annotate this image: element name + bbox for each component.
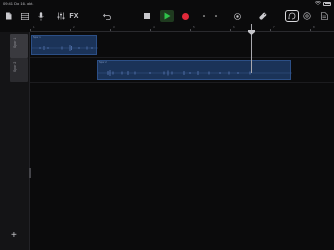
microphone-icon	[38, 11, 44, 21]
undo-button[interactable]	[102, 10, 112, 22]
wrench-icon	[259, 12, 267, 20]
document-icon	[5, 12, 12, 20]
audio-region-1[interactable]: Spor 1	[31, 35, 98, 55]
stop-button[interactable]	[142, 10, 152, 22]
dot-icon	[203, 15, 205, 17]
instrument-button[interactable]	[36, 10, 46, 22]
ruler-mark: 4	[153, 25, 155, 29]
loop-browser-button[interactable]	[285, 10, 299, 22]
wifi-icon	[314, 0, 322, 6]
ruler-mark: 3	[113, 25, 115, 29]
track-header-1[interactable]: Spor 1	[0, 34, 30, 58]
add-track-button[interactable]: +	[11, 231, 17, 241]
audio-region-2[interactable]: Spor 2	[97, 60, 292, 80]
undo-icon	[103, 13, 111, 20]
track-settings-button[interactable]	[258, 10, 268, 22]
status-time: 09:41 Do 16. okt.	[3, 1, 34, 6]
metronome-button[interactable]	[232, 10, 242, 22]
fx-label: FX	[69, 12, 79, 20]
track-view-icon	[21, 12, 29, 20]
track-area[interactable]: Spor 1 Spor 2	[30, 24, 334, 250]
track-header-2[interactable]: Spor 2	[0, 58, 30, 82]
play-button[interactable]	[160, 10, 174, 22]
status-bar: 09:41 Do 16. okt.	[0, 0, 334, 8]
dot-icon	[215, 15, 217, 17]
stop-icon	[144, 13, 150, 19]
settings-button[interactable]	[302, 10, 312, 22]
battery-icon	[323, 1, 331, 6]
mixer-button[interactable]	[56, 10, 66, 22]
track-headers: Spor 1 Spor 2 +	[0, 32, 31, 250]
metronome-dots	[212, 10, 220, 22]
status-right	[314, 0, 331, 6]
gear-icon	[303, 12, 311, 20]
ruler-mark: 5	[193, 25, 195, 29]
metronome-icon	[233, 12, 241, 20]
help-icon	[320, 12, 328, 20]
ruler-mark: 8	[313, 25, 315, 29]
playhead-handle[interactable]	[248, 22, 255, 35]
help-button[interactable]	[319, 10, 329, 22]
ruler-mark: 2	[73, 25, 75, 29]
timeline-ruler[interactable]: 1 2 3 4 5 6 7 8	[30, 24, 334, 32]
browser-button[interactable]	[20, 10, 30, 22]
record-button[interactable]	[180, 10, 190, 22]
play-icon	[164, 12, 171, 20]
sliders-icon	[57, 12, 65, 20]
waveform	[98, 70, 292, 76]
record-icon	[181, 12, 189, 20]
fx-button[interactable]: FX	[68, 10, 80, 22]
ruler-mark: 1	[33, 25, 35, 29]
ruler-mark: 7	[273, 25, 275, 29]
toolbar: FX	[0, 8, 334, 24]
ruler-mark: 6	[233, 25, 235, 29]
lane-divider	[30, 57, 334, 58]
waveform	[32, 45, 98, 51]
track-label: Spor 2	[13, 61, 17, 72]
lane-divider	[30, 82, 334, 83]
loop-icon	[288, 12, 296, 20]
track-label: Spor 1	[13, 37, 17, 48]
my-songs-button[interactable]	[3, 10, 13, 22]
tempo-dots	[200, 10, 208, 22]
